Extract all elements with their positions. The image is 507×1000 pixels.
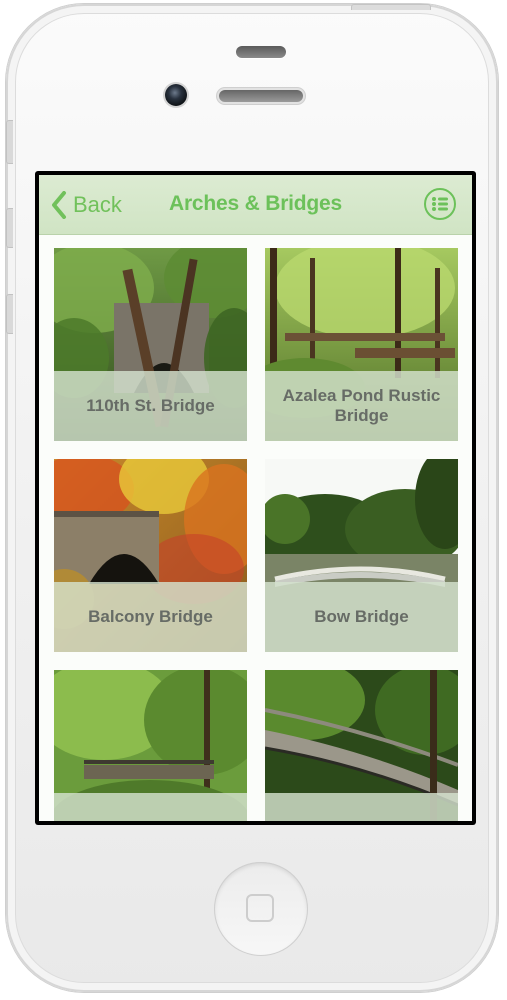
tile-caption bbox=[265, 793, 458, 821]
bridge-tile-bow[interactable]: Bow Bridge bbox=[265, 459, 458, 652]
page-title: Arches & Bridges bbox=[168, 192, 343, 215]
tile-caption bbox=[54, 793, 247, 821]
home-square-icon bbox=[246, 894, 274, 922]
earpiece-speaker bbox=[219, 90, 303, 102]
top-sensor bbox=[236, 46, 286, 58]
app-display: Back Arches & Bridges 110th St. Bridge A… bbox=[39, 175, 472, 821]
mute-switch bbox=[6, 120, 13, 164]
tile-label: Azalea Pond Rustic Bridge bbox=[282, 386, 441, 425]
front-camera bbox=[165, 84, 187, 106]
bridge-grid: 110th St. Bridge Azalea Pond Rustic Brid… bbox=[39, 235, 472, 821]
tile-label: Balcony Bridge bbox=[88, 607, 213, 626]
tile-caption: Bow Bridge bbox=[265, 582, 458, 652]
bridge-tile-balcony[interactable]: Balcony Bridge bbox=[54, 459, 247, 652]
bridge-tile-5[interactable] bbox=[54, 670, 247, 821]
tile-caption: 110th St. Bridge bbox=[54, 371, 247, 441]
volume-down-button bbox=[6, 294, 13, 334]
tile-label: 110th St. Bridge bbox=[86, 396, 215, 415]
home-button[interactable] bbox=[214, 862, 308, 956]
screen-bezel: Back Arches & Bridges 110th St. Bridge A… bbox=[35, 171, 476, 825]
volume-up-button bbox=[6, 208, 13, 248]
tile-label: Bow Bridge bbox=[314, 607, 409, 626]
list-menu-button[interactable] bbox=[424, 188, 456, 220]
bridge-tile-110th-st[interactable]: 110th St. Bridge bbox=[54, 248, 247, 441]
list-icon bbox=[432, 197, 448, 211]
bridge-tile-6[interactable] bbox=[265, 670, 458, 821]
tile-caption: Azalea Pond Rustic Bridge bbox=[265, 371, 458, 441]
bridge-tile-azalea-pond[interactable]: Azalea Pond Rustic Bridge bbox=[265, 248, 458, 441]
power-button bbox=[351, 4, 431, 10]
navigation-bar: Back Arches & Bridges bbox=[39, 175, 472, 235]
tile-caption: Balcony Bridge bbox=[54, 582, 247, 652]
